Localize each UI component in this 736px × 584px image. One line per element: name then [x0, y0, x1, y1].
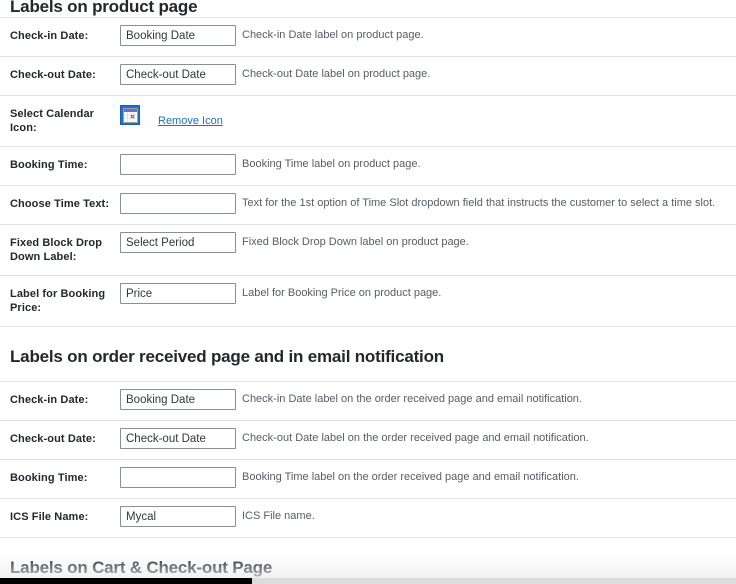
- row-field: [120, 18, 238, 57]
- order-checkin-date-label-input[interactable]: [120, 389, 236, 410]
- settings-row: Booking Time: Booking Time label on prod…: [0, 147, 736, 186]
- row-label: Check-out Date:: [10, 433, 96, 445]
- row-description: Booking Time label on product page.: [242, 158, 421, 170]
- row-field: [120, 421, 238, 460]
- order-checkout-date-label-input[interactable]: [120, 428, 236, 449]
- row-description: ICS File name.: [242, 510, 315, 522]
- order-booking-time-label-input[interactable]: [120, 467, 236, 488]
- viewport-bottom-bar: [0, 578, 252, 584]
- row-field: [120, 186, 238, 225]
- row-label: Check-in Date:: [10, 394, 89, 406]
- section-heading-order-received: Labels on order received page and in ema…: [10, 347, 444, 366]
- fixed-block-dropdown-label-input[interactable]: [120, 232, 236, 253]
- row-label: Choose Time Text:: [10, 198, 110, 210]
- row-label: Select Calendar Icon:: [10, 108, 95, 134]
- checkout-date-label-input[interactable]: [120, 64, 236, 85]
- settings-row: Booking Time: Booking Time label on the …: [0, 460, 736, 499]
- row-description: Check-out Date label on the order receiv…: [242, 432, 589, 444]
- row-label: Booking Time:: [10, 472, 88, 484]
- row-field: [120, 147, 238, 186]
- remove-icon-link[interactable]: Remove Icon: [158, 115, 223, 127]
- row-description: Fixed Block Drop Down label on product p…: [242, 236, 469, 248]
- settings-row: Check-out Date: Check-out Date label on …: [0, 57, 736, 96]
- row-label: Fixed Block Drop Down Label:: [10, 237, 103, 263]
- settings-row: Check-out Date: Check-out Date label on …: [0, 421, 736, 460]
- row-label: Check-out Date:: [10, 69, 96, 81]
- row-field: [120, 225, 238, 276]
- booking-time-label-input[interactable]: [120, 154, 236, 175]
- settings-row-calendar-icon: Select Calendar Icon: Remove Icon: [0, 96, 736, 147]
- row-label: Check-in Date:: [10, 30, 89, 42]
- row-description: Booking Time label on the order received…: [242, 471, 579, 483]
- choose-time-text-input[interactable]: [120, 193, 236, 214]
- row-field: [120, 382, 238, 421]
- row-field: Remove Icon: [120, 96, 736, 147]
- settings-row: Check-in Date: Check-in Date label on pr…: [0, 17, 736, 57]
- row-label: Label for Booking Price:: [10, 288, 106, 314]
- row-description: Check-in Date label on the order receive…: [242, 393, 582, 405]
- row-field: [120, 276, 238, 327]
- settings-page: Labels on product page Check-in Date: Ch…: [0, 0, 736, 584]
- viewport-bottom-edge: [252, 578, 736, 584]
- calendar-icon[interactable]: [120, 105, 140, 125]
- section-heading-cart-checkout: Labels on Cart & Check-out Page: [10, 558, 273, 577]
- row-label: Booking Time:: [10, 159, 88, 171]
- row-label: ICS File Name:: [10, 511, 89, 523]
- row-field: [120, 460, 238, 499]
- row-description: Check-in Date label on product page.: [242, 29, 424, 41]
- row-description: Check-out Date label on product page.: [242, 68, 431, 80]
- settings-row: Fixed Block Drop Down Label: Fixed Block…: [0, 225, 736, 276]
- row-field: [120, 57, 238, 96]
- settings-row: Label for Booking Price: Label for Booki…: [0, 276, 736, 327]
- settings-row: ICS File Name: ICS File name.: [0, 499, 736, 538]
- row-description: Label for Booking Price on product page.: [242, 287, 442, 299]
- settings-row: Choose Time Text: Text for the 1st optio…: [0, 186, 736, 225]
- booking-price-label-input[interactable]: [120, 283, 236, 304]
- section-heading-product-page: Labels on product page: [10, 0, 198, 16]
- settings-table-product-page: Check-in Date: Check-in Date label on pr…: [0, 17, 736, 327]
- checkin-date-label-input[interactable]: [120, 25, 236, 46]
- row-description: Text for the 1st option of Time Slot dro…: [242, 197, 716, 209]
- row-field: [120, 499, 238, 538]
- ics-file-name-input[interactable]: [120, 506, 236, 527]
- settings-table-order-received: Check-in Date: Check-in Date label on th…: [0, 381, 736, 538]
- settings-row: Check-in Date: Check-in Date label on th…: [0, 381, 736, 421]
